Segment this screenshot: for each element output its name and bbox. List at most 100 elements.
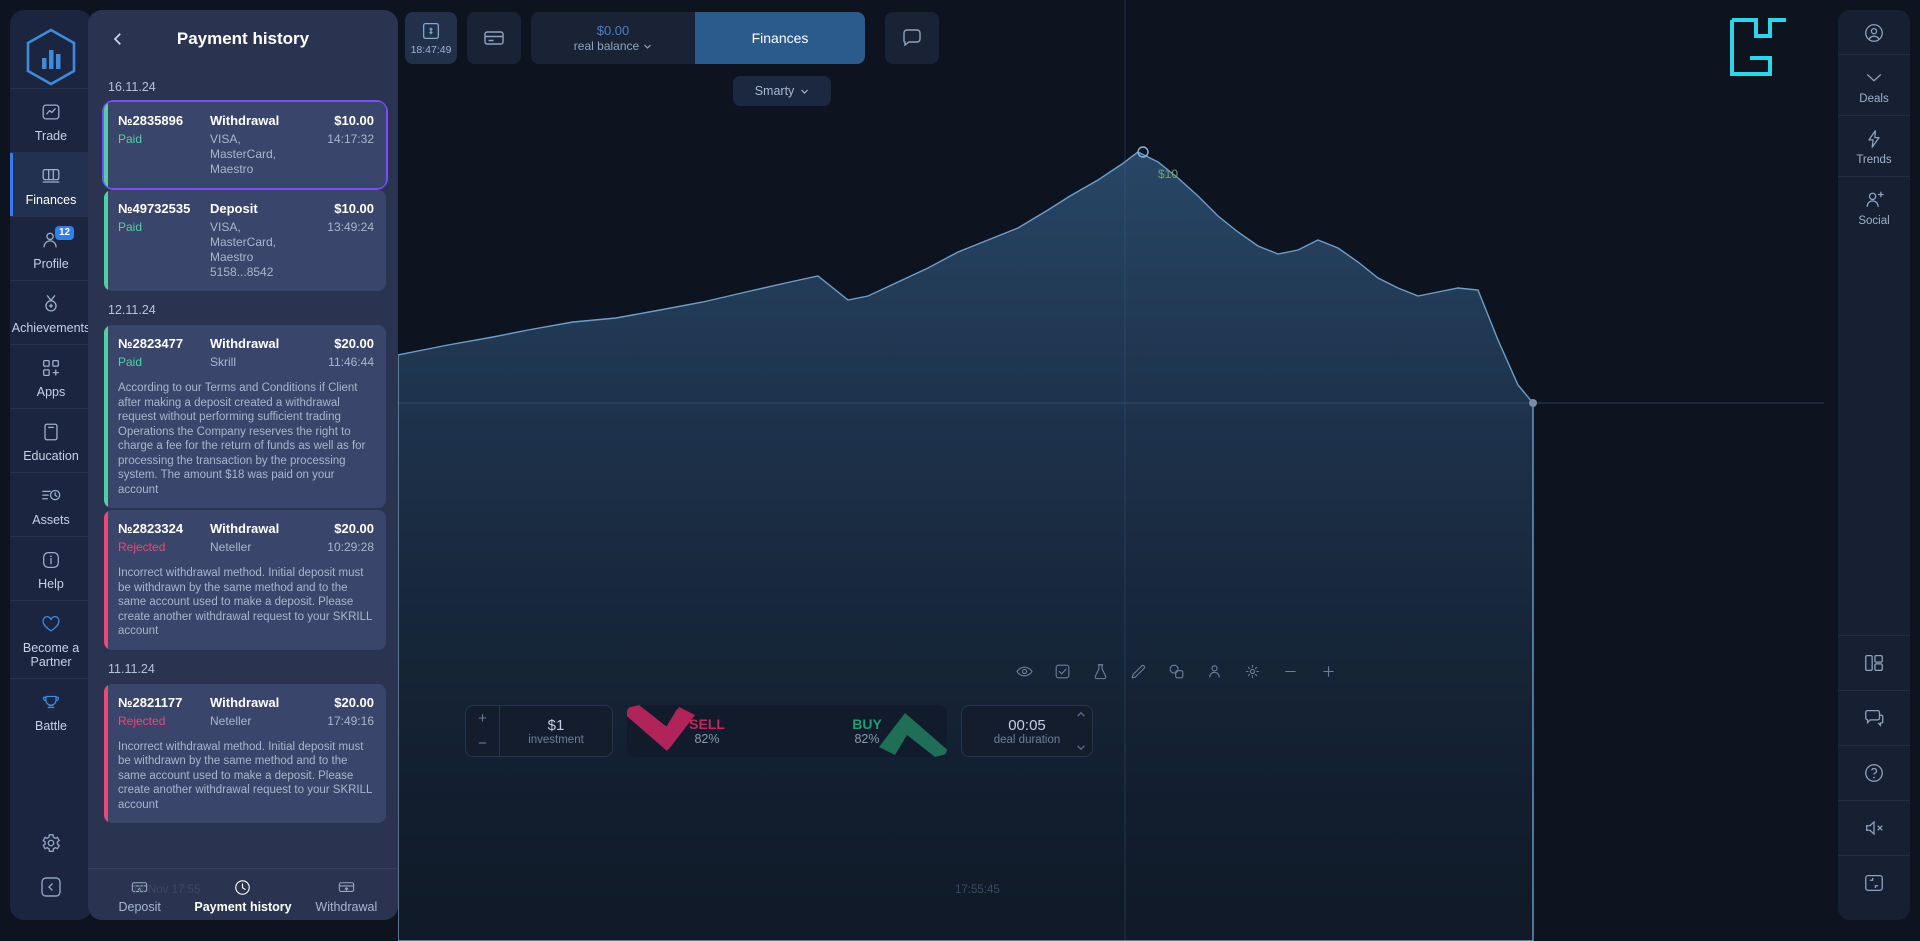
sidebar-item-label: Profile	[33, 257, 69, 271]
entry-id-col: №2823477 Paid	[118, 335, 210, 371]
plus-icon[interactable]	[1317, 660, 1339, 682]
entry-id-col: №2823324 Rejected	[118, 520, 210, 556]
wallet-icon	[39, 164, 63, 188]
sidebar-item-assets[interactable]: Assets	[10, 472, 92, 536]
entry-time: 13:49:24	[327, 220, 374, 234]
entry-type-col: Deposit VISA, MasterCard, Maestro 5158...…	[210, 200, 300, 280]
sell-percent: 82%	[694, 732, 720, 746]
price-chart[interactable]: $10	[398, 0, 1824, 941]
rightbar-item-label: Deals	[1859, 93, 1889, 105]
layout-icon[interactable]	[1838, 635, 1910, 690]
status-badge: Paid	[118, 220, 143, 234]
status-badge: Paid	[118, 355, 143, 369]
entry-amount: $20.00	[334, 521, 374, 536]
chat-icon[interactable]	[1838, 690, 1910, 745]
sidebar-item-become-a-partner[interactable]: Become a Partner	[10, 600, 92, 678]
payment-entry[interactable]: №2823324 Rejected Withdrawal Neteller $20.00…	[104, 510, 386, 650]
entry-row: №2821177 Rejected Withdrawal Neteller $20.00…	[118, 694, 374, 730]
sidebar-item-help[interactable]: Help	[10, 536, 92, 600]
shapes-icon[interactable]	[1165, 660, 1187, 682]
sidebar-item-finances[interactable]: Finances	[10, 152, 92, 216]
rightbar-item-label: Trends	[1856, 154, 1892, 166]
chevron-down-icon[interactable]	[1076, 744, 1086, 751]
rightbar-item-account[interactable]	[1838, 10, 1910, 54]
entry-method: Neteller	[210, 713, 252, 728]
entry-id-col: №2835896 Paid	[118, 112, 210, 148]
sidebar-item-profile[interactable]: 12 Profile	[10, 216, 92, 280]
minus-icon[interactable]	[1279, 660, 1301, 682]
sidebar-item-label: Become a Partner	[22, 641, 80, 669]
payment-entry-card[interactable]: №2821177 Rejected Withdrawal Neteller $20.00…	[104, 683, 386, 823]
right-sidebar-bottom	[1838, 635, 1910, 920]
checkbox-icon[interactable]	[1051, 660, 1073, 682]
payment-entry-card[interactable]: №2823477 Paid Withdrawal Skrill $20.00 11:46:…	[104, 325, 386, 508]
investment-stepper[interactable]: + − $1 investment	[465, 705, 613, 757]
chevron-up-icon[interactable]	[1076, 711, 1086, 718]
social-user-plus-icon	[1863, 189, 1885, 211]
fullscreen-icon[interactable]	[1838, 855, 1910, 910]
rightbar-item-label: Social	[1858, 215, 1890, 227]
trends-bolt-icon	[1863, 128, 1885, 150]
rightbar-item-trends[interactable]: Trends	[1838, 115, 1910, 176]
entry-amount-col: $10.00 14:17:32	[300, 112, 374, 148]
person-icon[interactable]	[1203, 660, 1225, 682]
status-badge: Rejected	[118, 713, 166, 728]
sidebar-item-battle[interactable]: Battle	[10, 678, 92, 742]
investment-decrease-button[interactable]: −	[466, 731, 499, 756]
payment-entry-card[interactable]: №49732535 Paid Deposit VISA, MasterCard, Ma…	[104, 190, 386, 291]
entry-id: №49732535	[118, 201, 191, 216]
sidebar-item-achievements[interactable]: Achievements	[10, 280, 92, 344]
payment-entry-card[interactable]: №2823324 Rejected Withdrawal Neteller $20.00…	[104, 510, 386, 650]
chart-timestamp-left: 18 Nov 17:55	[132, 884, 201, 896]
entry-method: VISA, MasterCard, Maestro	[210, 132, 277, 176]
date-group-label: 12.11.24	[108, 303, 156, 317]
list-clock-icon	[39, 484, 63, 508]
mute-icon[interactable]	[1838, 800, 1910, 855]
settings-icon[interactable]	[1241, 660, 1263, 682]
tab-label: Deposit	[118, 900, 161, 914]
deal-duration-control[interactable]: 00:05 deal duration	[961, 705, 1093, 757]
sell-button[interactable]: SELL 82%	[627, 705, 787, 757]
payment-entry-card[interactable]: №2835896 Paid Withdrawal VISA, MasterCard, …	[102, 100, 388, 190]
sidebar-item-education[interactable]: Education	[10, 408, 92, 472]
buy-button[interactable]: BUY 82%	[787, 705, 947, 757]
payment-list[interactable]: 16.11.24 №2835896 Paid Withdrawal VISA, Mast…	[88, 68, 398, 868]
entry-id: №2821177	[118, 694, 183, 710]
entry-note: According to our Terms and Conditions if…	[118, 382, 366, 496]
sidebar-item-trade[interactable]: Trade	[10, 88, 92, 152]
collapse-left-icon[interactable]	[39, 875, 63, 904]
entry-note: Incorrect withdrawal method. Initial dep…	[118, 567, 372, 637]
payment-entry[interactable]: №2821177 Rejected Withdrawal Neteller $20.00…	[104, 683, 386, 823]
duration-steppers	[1074, 711, 1088, 751]
gear-icon[interactable]	[40, 832, 62, 859]
chevron-left-icon[interactable]	[106, 27, 130, 51]
sidebar-item-apps[interactable]: Apps	[10, 344, 92, 408]
tab-payment-history[interactable]: Payment history	[191, 875, 294, 914]
entry-time: 10:29:28	[327, 540, 374, 554]
investment-increase-button[interactable]: +	[466, 706, 499, 731]
rightbar-item-deals[interactable]: Deals	[1838, 54, 1910, 115]
tab-withdrawal[interactable]: Withdrawal	[295, 875, 398, 914]
tab-label: Payment history	[194, 900, 292, 914]
pencil-icon[interactable]	[1127, 660, 1149, 682]
payment-entry[interactable]: №2823477 Paid Withdrawal Skrill $20.00 11:46:…	[104, 325, 386, 508]
sidebar-item-label: Achievements	[11, 321, 91, 335]
payment-entry[interactable]: №49732535 Paid Deposit VISA, MasterCard, Ma…	[104, 190, 386, 291]
chart-timestamp-right: 17:55:45	[955, 884, 1000, 896]
entry-method: VISA, MasterCard, Maestro 5158...8542	[210, 220, 277, 279]
eye-icon[interactable]	[1013, 660, 1035, 682]
flask-icon[interactable]	[1089, 660, 1111, 682]
entry-type-col: Withdrawal Skrill	[210, 335, 300, 370]
entry-type: Deposit	[210, 201, 258, 216]
rightbar-item-social[interactable]: Social	[1838, 176, 1910, 237]
sidebar-item-label: Apps	[36, 385, 66, 399]
help-icon[interactable]	[1838, 745, 1910, 800]
sidebar-item-label: Trade	[34, 129, 68, 143]
sidebar-bottom	[10, 832, 92, 920]
buy-percent: 82%	[854, 732, 880, 746]
sidebar-item-label: Battle	[35, 719, 67, 733]
entry-row: №2823324 Rejected Withdrawal Neteller $20.00…	[118, 520, 374, 556]
info-circle-icon	[39, 548, 63, 572]
payment-entry[interactable]: №2835896 Paid Withdrawal VISA, MasterCard, …	[104, 102, 386, 188]
entry-id: №2835896	[118, 113, 184, 128]
